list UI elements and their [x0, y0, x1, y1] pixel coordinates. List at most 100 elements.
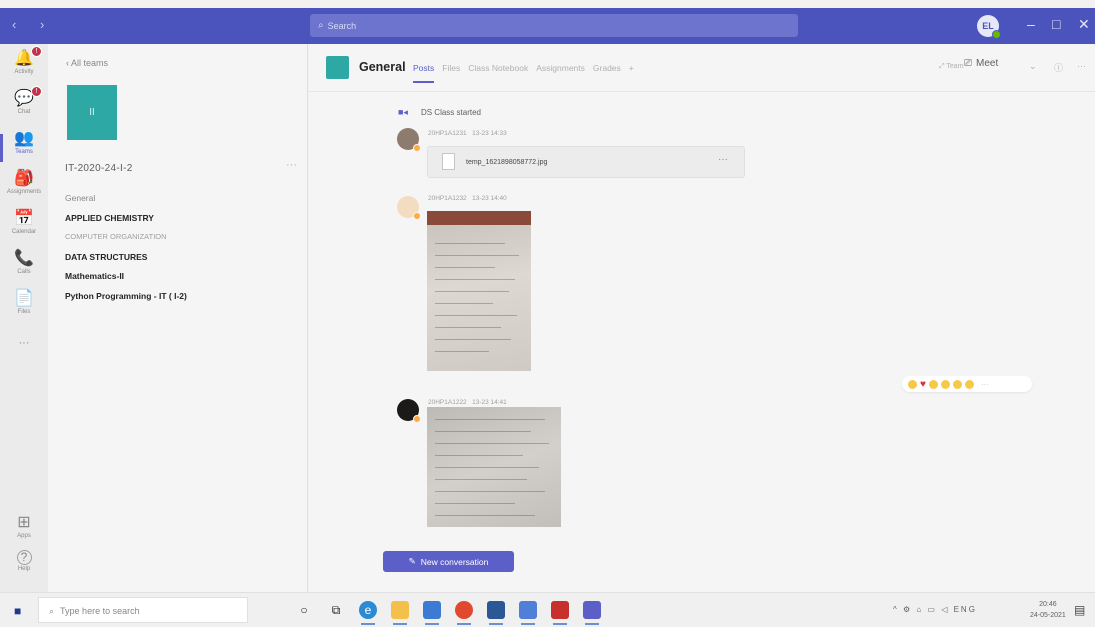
apps-icon: ⊞ — [17, 514, 31, 531]
compose-icon: ✎ — [408, 556, 416, 566]
rail-item-apps[interactable]: ⊞ Apps — [0, 514, 48, 554]
rail-item-calendar[interactable]: 📅 Calendar — [0, 210, 48, 250]
info-icon[interactable]: ⓘ — [1054, 61, 1063, 74]
notification-badge: ! — [30, 46, 42, 57]
word-icon[interactable] — [487, 601, 505, 625]
minimize-button[interactable]: – — [1027, 16, 1035, 32]
rail-item-calls[interactable]: 📞 Calls — [0, 250, 48, 290]
windows-start-icon[interactable]: ■ — [14, 604, 21, 618]
maximize-button[interactable]: □ — [1052, 16, 1060, 32]
channel-applied-chemistry[interactable]: APPLIED CHEMISTRY — [65, 213, 295, 233]
tab-posts[interactable]: Posts — [413, 63, 435, 83]
attachment-more-icon[interactable]: ··· — [718, 154, 728, 165]
channel-mathematics-ii[interactable]: Mathematics-II — [65, 271, 295, 291]
teams-icon[interactable] — [583, 601, 601, 625]
app-rail: 🔔! Activity 💬! Chat 👥 Teams 🎒 Assignment… — [0, 44, 48, 592]
clock[interactable]: 20:46 24-05-2021 — [1030, 599, 1066, 621]
rail-item-chat[interactable]: 💬! Chat — [0, 86, 48, 130]
history-nav-arrows[interactable]: ‹ › — [12, 17, 54, 32]
like-reaction-icon[interactable] — [908, 379, 917, 389]
taskbar-search-input[interactable]: ⌕ Type here to search — [38, 597, 248, 623]
avatar[interactable]: EL — [977, 15, 1001, 39]
laugh-reaction-icon[interactable] — [928, 379, 938, 389]
team-more-options-icon[interactable]: ··· — [286, 159, 297, 171]
tab-assignments[interactable]: Assignments — [536, 63, 585, 73]
channel-data-structures[interactable]: DATA STRUCTURES — [65, 252, 295, 272]
rail-item-teams[interactable]: 👥 Teams — [0, 130, 48, 170]
channel-list: General APPLIED CHEMISTRY COMPUTER ORGAN… — [65, 193, 295, 310]
chrome-icon[interactable] — [455, 601, 473, 625]
assignments-icon: 🎒 — [14, 170, 34, 187]
attachment-filename[interactable]: temp_1621898058772.jpg — [466, 159, 547, 166]
reaction-more-icon[interactable]: ··· — [981, 380, 989, 389]
post-author[interactable]: 20HP1A1222 — [428, 399, 467, 406]
new-conversation-button[interactable]: ✎ New conversation — [383, 551, 514, 572]
presence-away-icon — [413, 415, 421, 423]
post-time: 13-23 14:41 — [472, 399, 507, 406]
channel-team-icon — [326, 56, 349, 79]
rail-item-help[interactable]: ? Help — [0, 550, 48, 590]
mail-icon[interactable] — [519, 601, 537, 625]
add-tab-button[interactable]: + — [629, 63, 634, 73]
meet-button[interactable]: ⎚ Meet — [964, 58, 998, 69]
post-author[interactable]: 20HP1A1231 — [428, 130, 467, 137]
close-button[interactable]: ✕ — [1078, 16, 1090, 33]
tab-class-notebook[interactable]: Class Notebook — [468, 63, 528, 73]
edge-icon[interactable]: e — [359, 601, 377, 625]
cortana-icon[interactable]: ○ — [295, 601, 313, 619]
more-icon: ··· — [18, 337, 30, 349]
surprised-reaction-icon[interactable] — [940, 379, 950, 389]
title-bar: ‹ › ⌕ Search EL – □ ✕ — [0, 8, 1095, 44]
post-time: 13-23 14:40 — [472, 195, 507, 202]
avatar[interactable] — [397, 399, 421, 423]
channel-header: General Posts Files Class Notebook Assig… — [309, 44, 1095, 92]
acrobat-icon[interactable] — [551, 601, 569, 625]
posts-feed: ■◂ DS Class started 20HP1A1231 13-23 14:… — [309, 92, 1095, 592]
post-meta: 20HP1A1231 13-23 14:33 — [428, 130, 507, 137]
post-author[interactable]: 20HP1A1232 — [428, 195, 467, 202]
system-message: ■◂ DS Class started — [398, 107, 481, 118]
sad-reaction-icon[interactable] — [952, 379, 962, 389]
windows-taskbar: ■ ⌕ Type here to search ○ ⧉ e ^ ⚙ ⌂ ▭ ◁ … — [0, 592, 1095, 627]
search-input[interactable]: ⌕ Search — [310, 14, 798, 37]
bell-icon: 🔔! — [14, 46, 42, 68]
angry-reaction-icon[interactable] — [964, 379, 974, 389]
task-view-icon[interactable]: ⧉ — [327, 601, 345, 619]
post-meta: 20HP1A1232 13-23 14:40 — [428, 195, 507, 202]
notebook-photo[interactable] — [427, 407, 561, 527]
search-icon: ⌕ — [318, 20, 324, 31]
store-icon[interactable] — [423, 601, 441, 625]
all-teams-link[interactable]: ‹ All teams — [66, 58, 108, 68]
team-panel: ‹ All teams II IT-2020-24-I-2 ··· Genera… — [48, 44, 308, 592]
image-file-icon — [442, 153, 455, 170]
file-icon: 📄 — [14, 290, 34, 307]
rail-item-more[interactable]: ··· — [0, 334, 48, 374]
channel-python-programming[interactable]: Python Programming - IT ( I-2) — [65, 291, 295, 311]
teams-window: ‹ › ⌕ Search EL – □ ✕ 🔔! Activity 💬! Cha… — [0, 0, 1095, 627]
more-options-icon[interactable]: ··· — [1077, 61, 1086, 71]
tab-grades[interactable]: Grades — [593, 63, 621, 73]
rail-item-files[interactable]: 📄 Files — [0, 290, 48, 330]
tab-files[interactable]: Files — [442, 63, 460, 73]
avatar[interactable] — [397, 128, 421, 152]
teams-icon: 👥 — [14, 130, 34, 147]
avatar[interactable] — [397, 196, 421, 220]
page-title: General — [359, 60, 406, 74]
system-message-text: DS Class started — [420, 108, 481, 117]
notification-center-icon[interactable]: ▤ — [1074, 603, 1085, 617]
rail-item-assignments[interactable]: 🎒 Assignments — [0, 170, 48, 210]
rail-item-activity[interactable]: 🔔! Activity — [0, 46, 48, 90]
team-link[interactable]: ⤢ Team — [939, 63, 964, 71]
search-placeholder: Search — [327, 20, 357, 31]
channel-computer-organization[interactable]: COMPUTER ORGANIZATION — [65, 232, 295, 252]
notebook-photo[interactable] — [427, 211, 531, 371]
file-attachment[interactable]: temp_1621898058772.jpg ··· — [427, 146, 745, 178]
channel-tabs: Posts Files Class Notebook Assignments G… — [413, 63, 634, 83]
reaction-bar[interactable]: ♥ ··· — [902, 376, 1032, 392]
notification-badge: ! — [30, 86, 42, 97]
heart-reaction-icon[interactable]: ♥ — [920, 379, 926, 389]
file-explorer-icon[interactable] — [391, 601, 409, 625]
system-tray[interactable]: ^ ⚙ ⌂ ▭ ◁ ENG — [893, 605, 977, 614]
chevron-down-icon[interactable]: ⌄ — [1029, 61, 1037, 72]
channel-general[interactable]: General — [65, 193, 295, 213]
